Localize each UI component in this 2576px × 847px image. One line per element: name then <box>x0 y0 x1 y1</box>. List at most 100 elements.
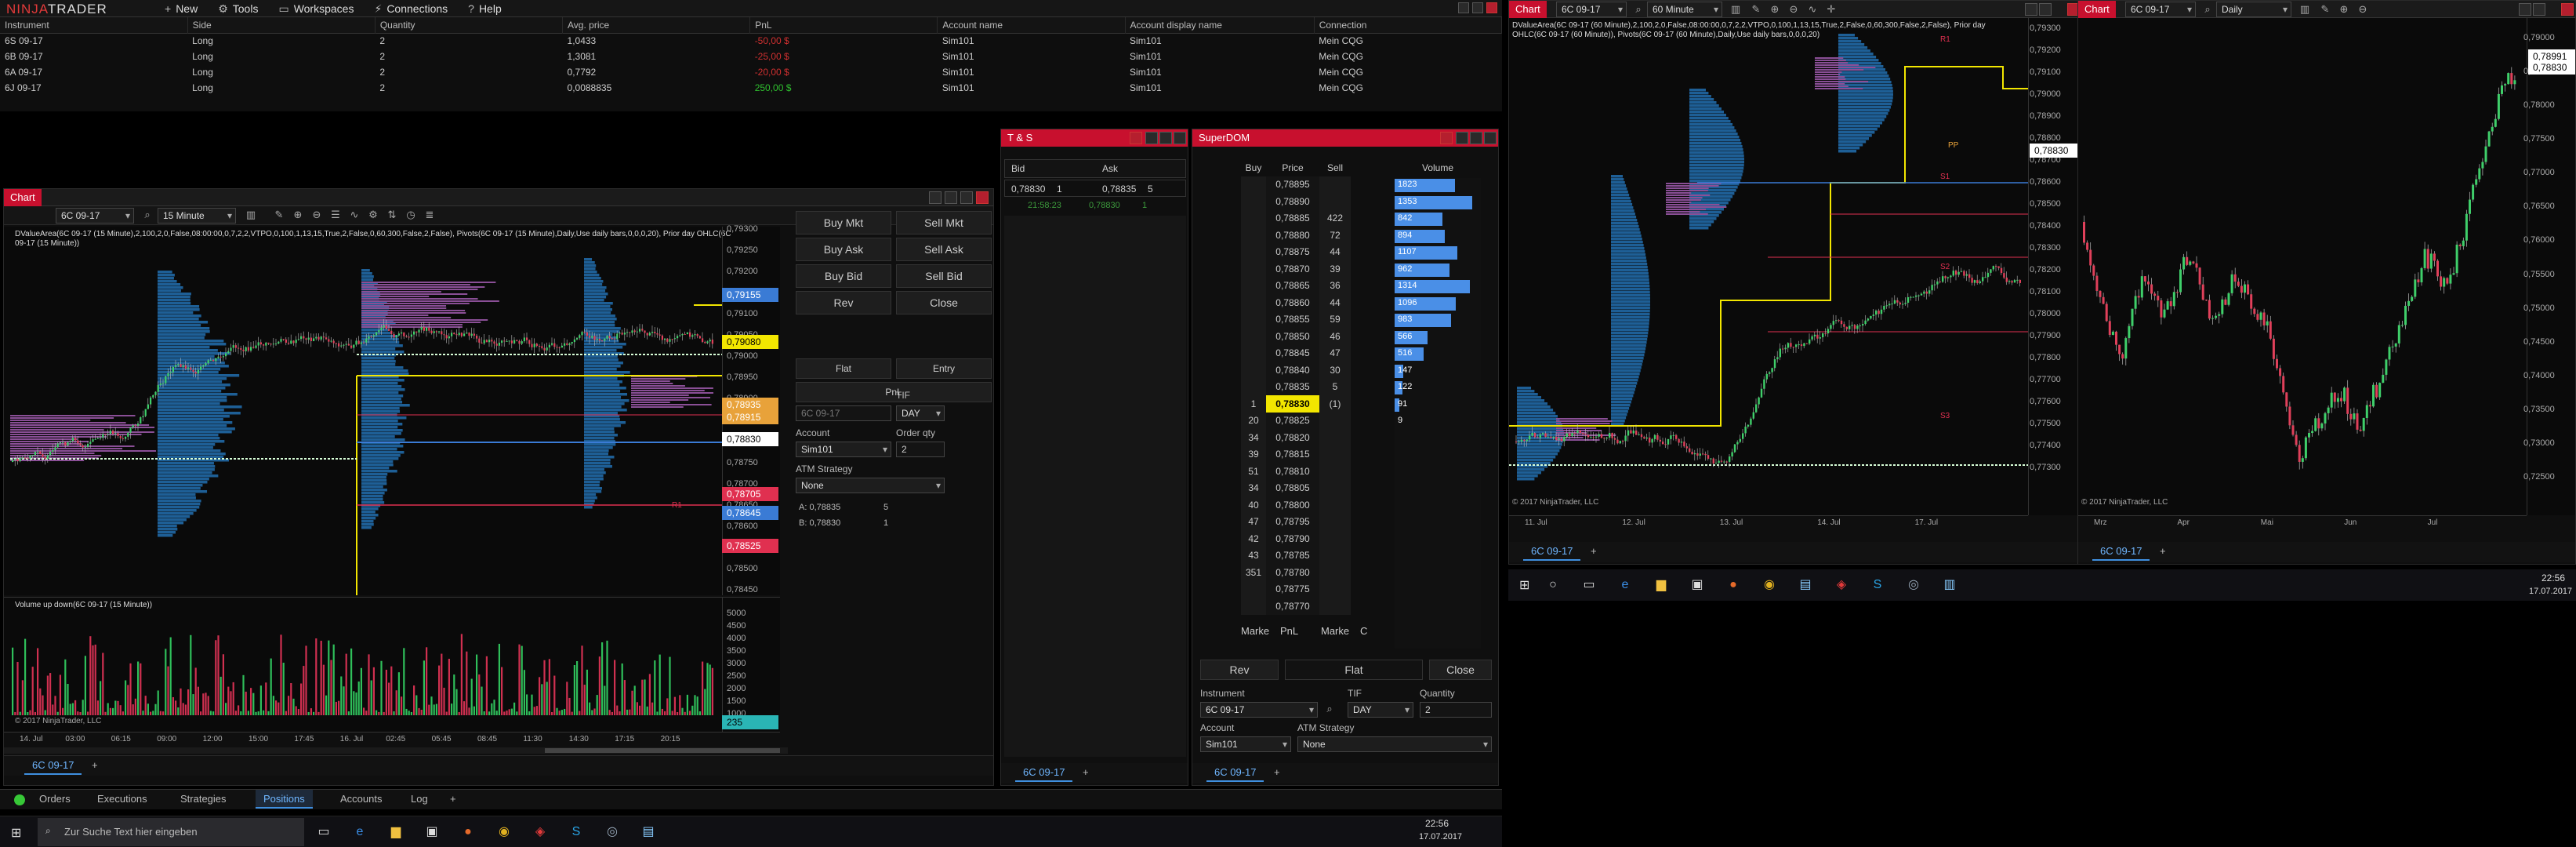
dom-footer-label[interactable]: PnL <box>1280 625 1298 637</box>
app-icon[interactable]: ▤ <box>1795 576 1816 594</box>
ts-minimize-button[interactable] <box>1130 132 1142 144</box>
chart2-plot[interactable]: DValueArea(6C 09-17 (60 Minute),2,100,2,… <box>1509 18 2081 515</box>
add-tab-button[interactable]: + <box>84 756 106 775</box>
dom-sell-cell[interactable] <box>1319 445 1351 463</box>
dom-row[interactable]: 40 0,78800 <box>1241 496 1351 514</box>
positions-col-header[interactable]: Avg. price <box>562 17 751 33</box>
dom-sell-cell[interactable]: (1) <box>1319 395 1351 413</box>
dom-buy-cell[interactable] <box>1241 294 1266 311</box>
dom-row[interactable]: 47 0,78795 <box>1241 513 1351 530</box>
strategies-icon[interactable]: ⚙ <box>366 208 380 222</box>
dom-buy-cell[interactable]: 34 <box>1241 479 1266 496</box>
chrome-icon[interactable]: ◉ <box>1759 576 1780 594</box>
table-row[interactable]: 6A 09-17 Long 2 0,7792 -20,00 $ Sim101 Sim101 M… <box>0 64 1502 80</box>
chart3-maximize-button[interactable] <box>2533 3 2545 16</box>
dom-sell-cell[interactable]: 44 <box>1319 294 1351 311</box>
dom-sell-cell[interactable] <box>1319 513 1351 530</box>
chart3-tab[interactable]: 6C 09-17 <box>2092 542 2150 561</box>
dom-search-icon[interactable]: ⌕ <box>1322 702 1337 716</box>
oe-atm-select[interactable]: None <box>796 478 945 493</box>
oe-qty-field[interactable]: 2 <box>896 442 945 457</box>
search-icon[interactable]: ⌕ <box>140 208 154 222</box>
dom-row[interactable]: 43 0,78785 <box>1241 547 1351 564</box>
dom-sell-cell[interactable] <box>1319 463 1351 480</box>
dom-close-button[interactable] <box>1484 132 1497 144</box>
chart2-bartype-icon[interactable]: ▥ <box>1729 2 1743 16</box>
buy-bid-button[interactable]: Buy Bid <box>796 264 891 288</box>
file-explorer-icon[interactable]: ▆ <box>1651 576 1671 594</box>
menu-workspaces[interactable]: ▭ Workspaces <box>278 0 354 17</box>
minimize-button[interactable] <box>1458 2 1469 13</box>
positions-col-header[interactable]: Account display name <box>1125 17 1315 33</box>
chart1-maximize-button[interactable] <box>945 191 957 204</box>
flat-button[interactable]: Flat <box>796 358 891 379</box>
draw-tool-icon[interactable]: ✎ <box>272 208 286 222</box>
dom-minimize-button[interactable] <box>1440 132 1453 144</box>
dom-row[interactable]: 51 0,78810 <box>1241 463 1351 480</box>
chart1-interval-select[interactable]: 15 Minute <box>158 208 236 224</box>
chart3-close-button[interactable] <box>2561 3 2574 16</box>
dom-buy-cell[interactable]: 34 <box>1241 429 1266 446</box>
list-icon[interactable]: ≣ <box>423 208 437 222</box>
dom-row[interactable]: 0,78835 5 <box>1241 378 1351 395</box>
positions-col-header[interactable]: Side <box>187 17 376 33</box>
dom-row[interactable]: 0,78845 47 <box>1241 344 1351 362</box>
tab-accounts[interactable]: Accounts <box>332 790 390 809</box>
dom-buy-cell[interactable] <box>1241 193 1266 210</box>
chart3-bartype-icon[interactable]: ▥ <box>2298 2 2312 16</box>
dom-sell-cell[interactable]: 46 <box>1319 328 1351 345</box>
windows-start-icon-right[interactable]: ⊞ <box>1519 577 1529 593</box>
dom-row[interactable]: 42 0,78790 <box>1241 530 1351 547</box>
chart2-minimize-button[interactable] <box>2025 3 2037 16</box>
dom-buy-cell[interactable] <box>1241 176 1266 193</box>
chart-trader-icon[interactable]: ⇅ <box>385 208 399 222</box>
task-view-icon[interactable]: ▭ <box>1579 576 1599 594</box>
ts-tab[interactable]: 6C 09-17 <box>1015 763 1073 782</box>
chart1-instrument-select[interactable]: 6C 09-17 <box>56 208 134 224</box>
dom-row[interactable]: 0,78875 44 <box>1241 243 1351 260</box>
ninjatrader-icon[interactable]: ◈ <box>1831 576 1852 594</box>
dom-buy-cell[interactable] <box>1241 227 1266 244</box>
dom-footer-label[interactable]: Marke <box>1321 625 1349 637</box>
dom-row[interactable]: 0,78855 59 <box>1241 311 1351 328</box>
clock-icon[interactable]: ◷ <box>404 208 418 222</box>
store-icon[interactable]: ▣ <box>1687 576 1707 594</box>
rev-button[interactable]: Rev <box>796 291 891 314</box>
chart3-minimize-button[interactable] <box>2519 3 2531 16</box>
ninjatrader-icon[interactable]: ◈ <box>530 823 550 842</box>
chart2-interval-select[interactable]: 60 Minute <box>1647 2 1722 17</box>
dom-sell-cell[interactable] <box>1319 176 1351 193</box>
close-button[interactable]: Close <box>896 291 992 314</box>
menu-tools[interactable]: ⚙ Tools <box>218 0 258 17</box>
chart3-add-tab-button[interactable]: + <box>2152 542 2174 561</box>
dom-sell-cell[interactable]: 30 <box>1319 362 1351 379</box>
table-row[interactable]: 6J 09-17 Long 2 0,0088835 250,00 $ Sim101 Sim1… <box>0 80 1502 96</box>
dom-row[interactable]: 0,78895 <box>1241 176 1351 193</box>
chart2-zoom-in-icon[interactable]: ⊕ <box>1768 2 1782 16</box>
dom-buy-cell[interactable] <box>1241 243 1266 260</box>
dom-buy-cell[interactable] <box>1241 311 1266 328</box>
oe-account-select[interactable]: Sim101 <box>796 442 891 457</box>
tab-executions[interactable]: Executions <box>89 790 155 809</box>
chart3-zoom-out-icon[interactable]: ⊖ <box>2356 2 2370 16</box>
dom-sell-cell[interactable] <box>1319 547 1351 564</box>
edge-icon[interactable]: e <box>350 823 370 842</box>
ts-close-button[interactable] <box>1174 132 1186 144</box>
menu-help[interactable]: ? Help <box>468 0 502 17</box>
dom-sell-cell[interactable] <box>1319 564 1351 581</box>
chart2-zoom-out-icon[interactable]: ⊖ <box>1787 2 1801 16</box>
dom-buy-cell[interactable] <box>1241 362 1266 379</box>
bar-type-icon[interactable]: ▥ <box>244 208 258 222</box>
windows-start-icon[interactable]: ⊞ <box>11 825 21 841</box>
chart2-crosshair-icon[interactable]: ✛ <box>1824 2 1838 16</box>
firefox-icon[interactable]: ● <box>1723 576 1743 594</box>
add-tab-button[interactable]: + <box>442 790 464 809</box>
chart1-tab[interactable]: 6C 09-17 <box>24 756 82 775</box>
ts-maximize-button[interactable] <box>1145 132 1158 144</box>
dom-buy-cell[interactable]: 43 <box>1241 547 1266 564</box>
chrome-icon[interactable]: ◉ <box>494 823 514 842</box>
table-row[interactable]: 6S 09-17 Long 2 1,0433 -50,00 $ Sim101 Sim101 M… <box>0 33 1502 49</box>
dom-sell-cell[interactable]: 59 <box>1319 311 1351 328</box>
firefox-icon[interactable]: ● <box>458 823 478 842</box>
chart1-restore-button[interactable] <box>960 191 973 204</box>
